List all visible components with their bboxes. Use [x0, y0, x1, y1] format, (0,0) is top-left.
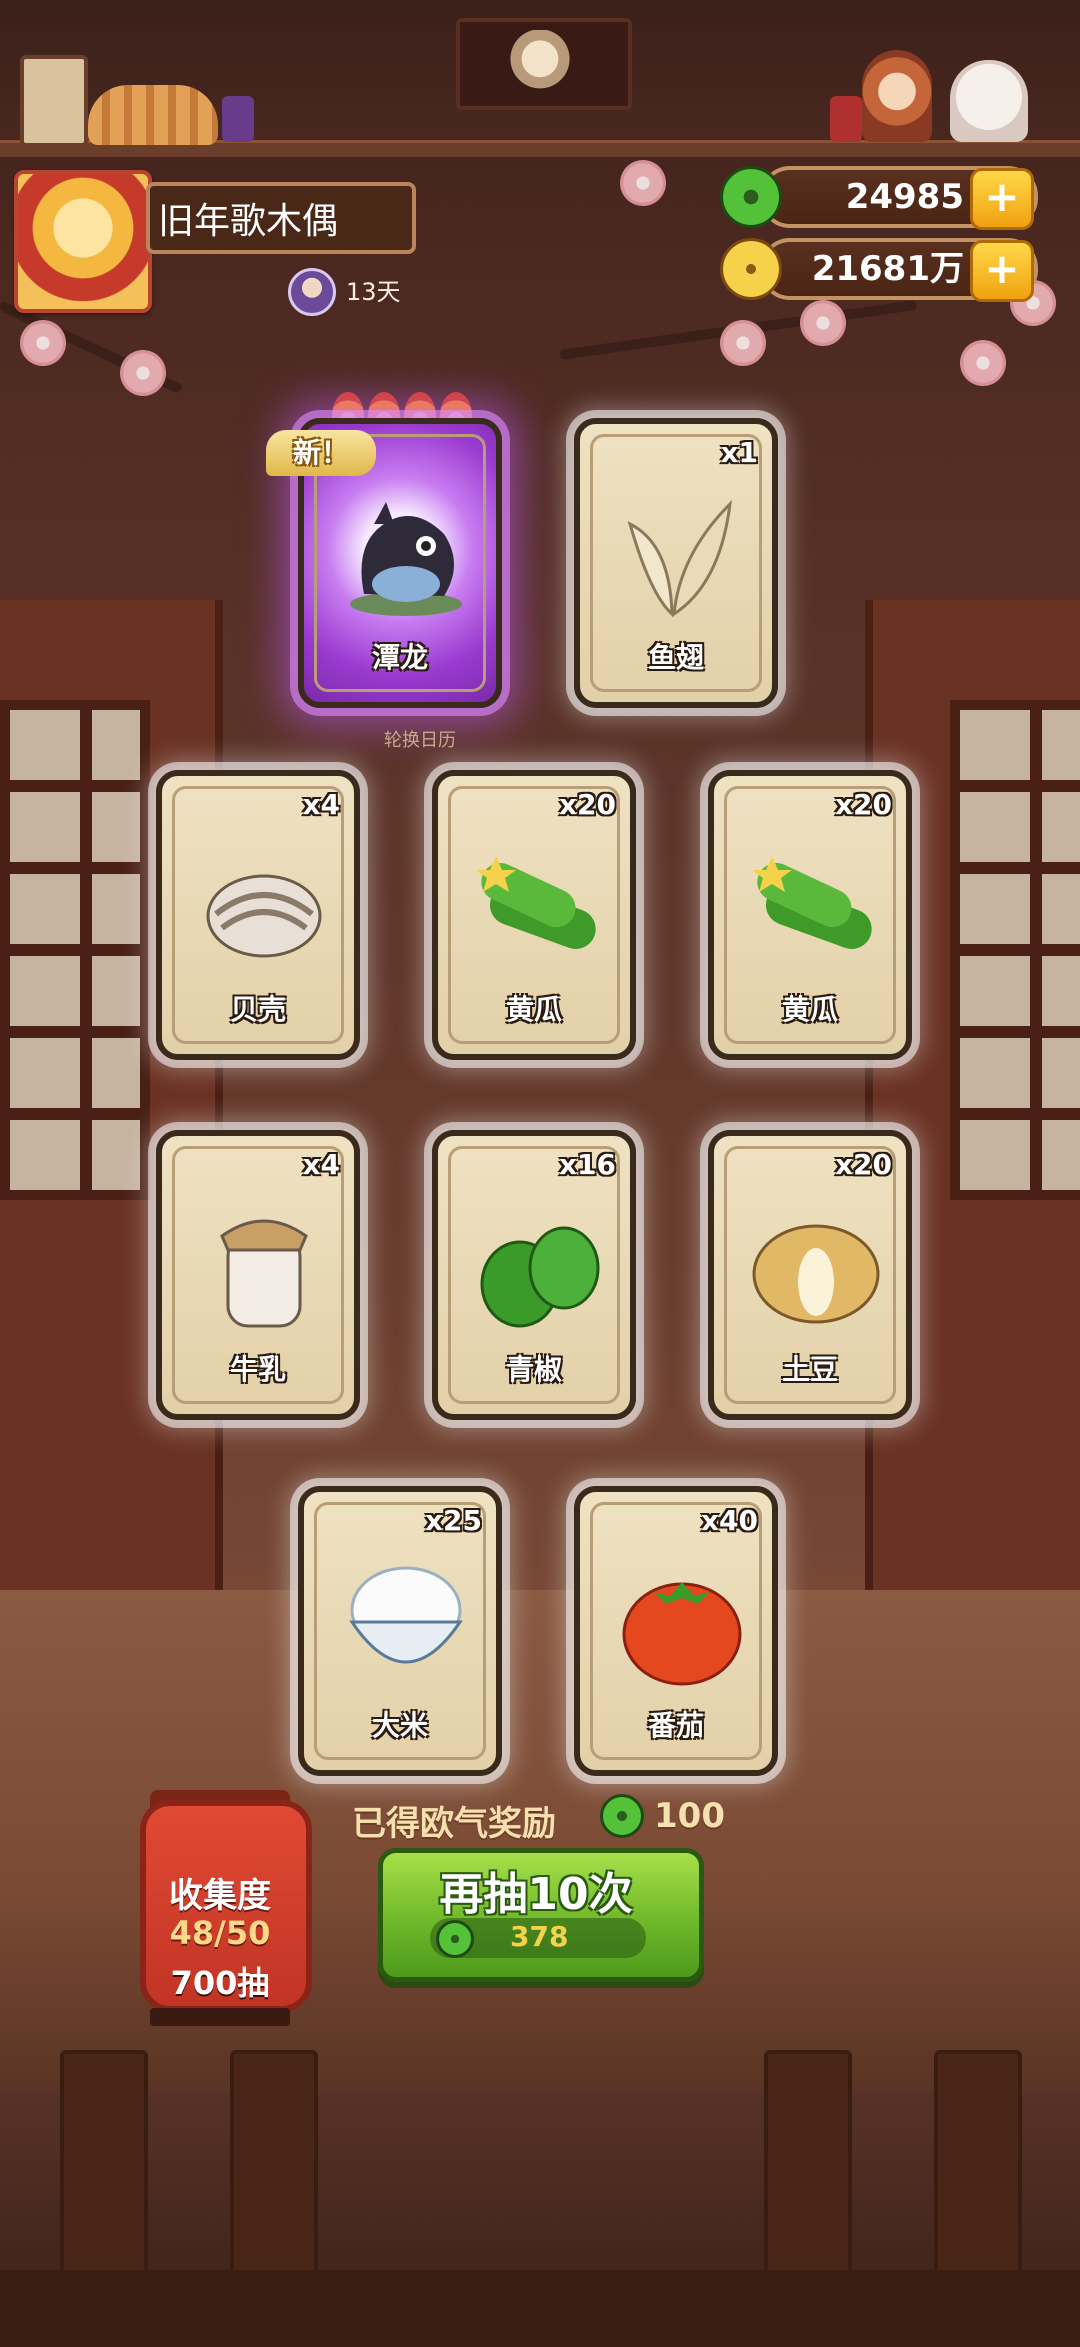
coin-amount: 21681万 [811, 249, 964, 289]
card-quantity: x20 [834, 1148, 892, 1181]
clam-shell-icon [206, 874, 322, 958]
draw-cost: 378 [510, 1920, 569, 1953]
reward-value: 100 [654, 1796, 725, 1836]
blossom-icon [120, 350, 166, 396]
card-label: 贝壳 [229, 993, 286, 1026]
green-pepper-icon [480, 1226, 600, 1328]
reward-card-rice[interactable]: x25 大米 [298, 1486, 502, 1776]
dragon-creature-icon [350, 502, 462, 616]
fence-post [934, 2050, 1022, 2288]
jade-icon [436, 1920, 474, 1958]
card-label: 黄瓜 [505, 993, 562, 1026]
fence-post [764, 2050, 852, 2288]
milk-jar-icon [220, 1219, 308, 1328]
card-quantity: x4 [302, 788, 340, 821]
left-window-lattice [0, 700, 150, 1200]
fence-post [60, 2050, 148, 2288]
card-label: 土豆 [781, 1353, 838, 1386]
card-label: 鱼翅 [647, 641, 704, 674]
timer-avatar-icon [288, 268, 336, 316]
card-label: 大米 [371, 1709, 428, 1742]
shark-fin-icon [627, 499, 733, 618]
jade-icon [600, 1794, 644, 1838]
banner-portrait-icon [500, 30, 580, 94]
collection-progress: 48/50 [169, 1914, 271, 1952]
card-quantity: x40 [700, 1504, 758, 1537]
reward-card-cucumber[interactable]: x20 黄瓜 [708, 770, 912, 1060]
card-label: 青椒 [505, 1353, 562, 1386]
card-label: 牛乳 [229, 1353, 286, 1386]
card-quantity: x4 [302, 1148, 340, 1181]
tomato-icon [622, 1582, 742, 1686]
character-figure-icon [862, 50, 932, 142]
jade-amount: 24985 [845, 177, 964, 217]
coin-icon [720, 238, 782, 300]
cat-figure-icon [950, 60, 1028, 142]
reward-card-yuchi[interactable]: x1 鱼翅 [574, 418, 778, 708]
scroll-icon [20, 55, 88, 147]
new-badge: 新！ [266, 430, 376, 476]
card-quantity: x1 [720, 436, 758, 469]
rice-bowl-icon [349, 1566, 463, 1664]
card-label: 黄瓜 [781, 993, 838, 1026]
right-window-lattice [950, 700, 1080, 1200]
blossom-icon [720, 320, 766, 366]
reward-card-milk[interactable]: x4 牛乳 [156, 1130, 360, 1420]
cat-figure-icon [88, 85, 218, 145]
card-quantity: x16 [558, 1148, 616, 1181]
reward-card-cucumber[interactable]: x20 黄瓜 [432, 770, 636, 1060]
jade-icon [720, 166, 782, 228]
rotate-calendar-label: 轮换日历 [384, 730, 456, 751]
blossom-icon [20, 320, 66, 366]
add-coin-button[interactable]: + [970, 240, 1034, 302]
jar-icon [830, 96, 862, 142]
player-name: 旧年歌木偶 [146, 182, 416, 254]
draw-again-label: 再抽10次 [439, 1869, 633, 1920]
blossom-icon [960, 340, 1006, 386]
lantern-stand [150, 2008, 290, 2026]
add-jade-button[interactable]: + [970, 168, 1034, 230]
card-quantity: x25 [424, 1504, 482, 1537]
card-quantity: x20 [834, 788, 892, 821]
player-avatar[interactable] [14, 170, 152, 313]
reward-card-shell[interactable]: x4 贝壳 [156, 770, 360, 1060]
cucumber-icon [476, 856, 596, 949]
potato-icon [752, 1224, 880, 1324]
card-label: 潭龙 [371, 641, 428, 674]
jar-icon [222, 96, 254, 142]
reward-card-green-pepper[interactable]: x16 青椒 [432, 1130, 636, 1420]
reward-label: 已得欧气奖励 [352, 1804, 556, 1844]
reward-card-tomato[interactable]: x40 番茄 [574, 1486, 778, 1776]
fence-post [230, 2050, 318, 2288]
collection-draws: 700抽 [170, 1964, 270, 2002]
card-quantity: x20 [558, 788, 616, 821]
blossom-icon [800, 300, 846, 346]
blossom-icon [620, 160, 666, 206]
bottom-band [0, 2270, 1080, 2347]
card-label: 番茄 [647, 1709, 704, 1742]
cucumber-icon [752, 856, 872, 949]
reward-card-potato[interactable]: x20 土豆 [708, 1130, 912, 1420]
collection-title: 收集度 [169, 1876, 271, 1916]
time-remaining: 13天 [346, 278, 401, 306]
